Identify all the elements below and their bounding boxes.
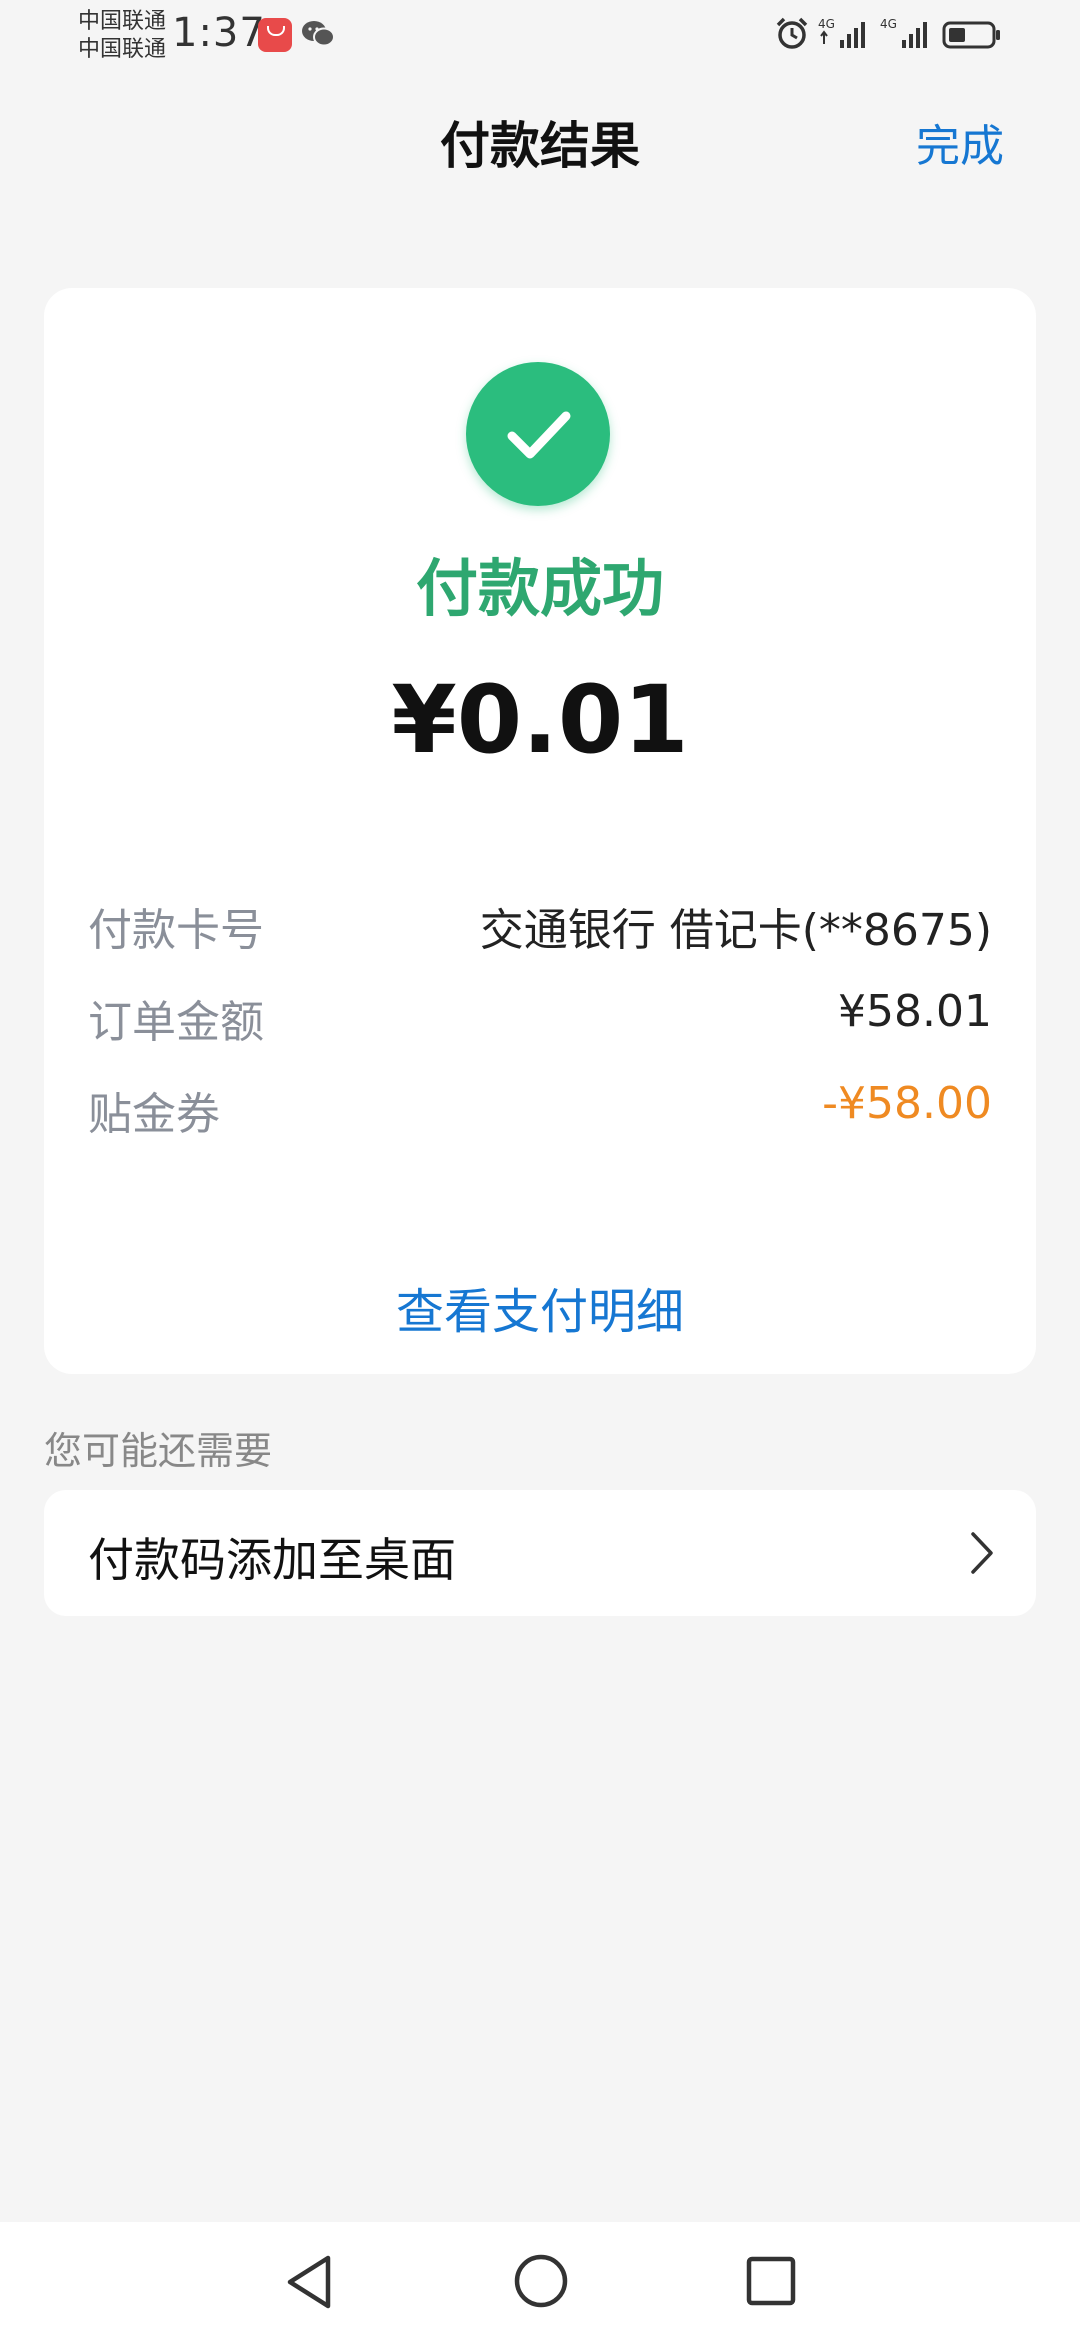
battery-icon xyxy=(942,21,1000,49)
suggestions-title: 您可能还需要 xyxy=(44,1429,273,1473)
payment-amount: ¥0.01 xyxy=(391,666,689,775)
add-payment-code-to-desktop-item[interactable]: 付款码添加至桌面 xyxy=(44,1490,1036,1616)
detail-value: ¥58.01 xyxy=(838,986,992,1037)
payment-result-card: 付款成功 ¥0.01 付款卡号 交通银行 借记卡(**8675) 订单金额 ¥5… xyxy=(44,288,1036,1374)
done-button[interactable]: 完成 xyxy=(916,110,1004,174)
title-bar: 付款结果 完成 xyxy=(0,88,1080,184)
detail-value: -¥58.00 xyxy=(822,1078,992,1129)
recent-apps-square-icon[interactable] xyxy=(744,2254,798,2308)
svg-text:4G: 4G xyxy=(880,17,897,31)
detail-row-order-amount: 订单金额 ¥58.01 xyxy=(88,980,992,1050)
svg-text:4G: 4G xyxy=(818,17,835,31)
wechat-icon xyxy=(302,21,335,47)
system-nav-bar xyxy=(0,2222,1080,2340)
detail-row-card-number: 付款卡号 交通银行 借记卡(**8675) xyxy=(88,888,992,958)
detail-row-coupon: 贴金券 -¥58.00 xyxy=(88,1072,992,1142)
alarm-icon xyxy=(776,17,808,49)
detail-label: 订单金额 xyxy=(88,997,264,1048)
signal-4g-icon: 4G xyxy=(880,17,927,48)
carrier-names: 中国联通 中国联通 xyxy=(78,8,166,64)
detail-label: 贴金券 xyxy=(88,1089,220,1140)
back-triangle-icon[interactable] xyxy=(282,2252,338,2312)
detail-value: 交通银行 借记卡(**8675) xyxy=(479,905,992,956)
screen: 中国联通 中国联通 1:37 4G 4G 付款结果 完成 付款成功 ¥0.01 … xyxy=(0,0,1080,2340)
huawei-appgallery-icon xyxy=(258,18,292,52)
signal-4g-icon: 4G xyxy=(818,17,865,48)
list-item-label: 付款码添加至桌面 xyxy=(88,1533,456,1587)
home-circle-icon[interactable] xyxy=(512,2252,570,2310)
carrier-1: 中国联通 xyxy=(78,9,167,34)
check-circle-icon xyxy=(466,362,610,506)
status-time: 1:37 xyxy=(172,10,266,56)
status-bar: 中国联通 中国联通 1:37 4G 4G xyxy=(0,0,1080,72)
carrier-2: 中国联通 xyxy=(78,37,167,62)
payment-status-text: 付款成功 xyxy=(415,552,664,625)
detail-label: 付款卡号 xyxy=(88,905,264,956)
chevron-right-icon xyxy=(971,1532,993,1574)
view-payment-details-link[interactable]: 查看支付明细 xyxy=(44,1272,1036,1342)
